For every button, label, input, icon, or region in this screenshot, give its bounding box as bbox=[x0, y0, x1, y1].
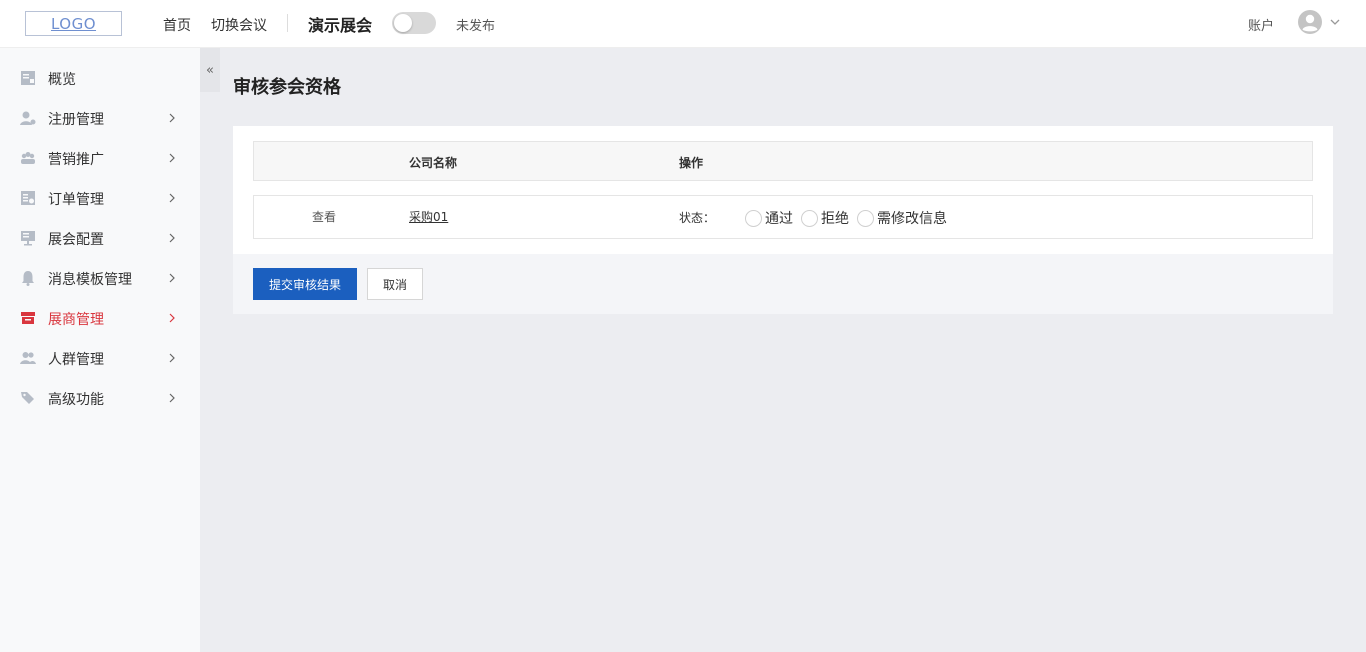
sidebar-item-label: 概览 bbox=[48, 72, 76, 88]
submit-review-button[interactable]: 提交审核结果 bbox=[253, 268, 357, 300]
sidebar-item-advanced[interactable]: 高级功能 bbox=[0, 378, 200, 418]
sidebar-item-label: 展商管理 bbox=[48, 312, 104, 328]
radio-needs-revision[interactable]: 需修改信息 bbox=[857, 208, 947, 228]
radio-approve[interactable]: 通过 bbox=[745, 208, 793, 228]
chevron-right-icon bbox=[169, 313, 175, 323]
radio-circle[interactable] bbox=[745, 209, 762, 227]
radio-circle[interactable] bbox=[857, 209, 874, 227]
nav-divider bbox=[287, 14, 288, 32]
company-name-link[interactable]: 采购01 bbox=[409, 208, 448, 225]
publish-toggle[interactable] bbox=[392, 12, 436, 34]
sidebar-item-exhibitor[interactable]: 展商管理 bbox=[0, 298, 200, 338]
sidebar-item-label: 消息模板管理 bbox=[48, 272, 132, 288]
table-row: 查看 采购01 状态： 通过 拒绝 需修改信息 bbox=[253, 195, 1313, 239]
sidebar-item-label: 订单管理 bbox=[48, 192, 104, 208]
chevron-down-icon[interactable] bbox=[1329, 16, 1341, 28]
column-header-company: 公司名称 bbox=[409, 156, 458, 170]
sidebar: 概览 注册管理 营销推广 订单管理 展会配置 消息模板管理 展商管理 人群管理 … bbox=[0, 48, 200, 652]
chevron-right-icon bbox=[169, 353, 175, 363]
cancel-button[interactable]: 取消 bbox=[367, 268, 423, 300]
order-icon bbox=[21, 191, 35, 205]
radio-circle[interactable] bbox=[801, 209, 818, 227]
publish-status: 未发布 bbox=[456, 19, 496, 34]
sidebar-item-register[interactable]: 注册管理 bbox=[0, 98, 200, 138]
sidebar-item-message-template[interactable]: 消息模板管理 bbox=[0, 258, 200, 298]
sidebar-item-orders[interactable]: 订单管理 bbox=[0, 178, 200, 218]
sidebar-item-label: 人群管理 bbox=[48, 352, 104, 368]
sidebar-item-overview[interactable]: 概览 bbox=[0, 58, 200, 98]
status-label: 状态： bbox=[679, 211, 716, 225]
bell-icon bbox=[22, 271, 34, 286]
chevron-right-icon bbox=[169, 153, 175, 163]
logo[interactable]: LOGO bbox=[25, 11, 122, 36]
page-title: 审核参会资格 bbox=[233, 77, 341, 98]
radio-reject[interactable]: 拒绝 bbox=[801, 208, 849, 228]
action-bar: 提交审核结果 取消 bbox=[233, 254, 1333, 314]
sidebar-item-marketing[interactable]: 营销推广 bbox=[0, 138, 200, 178]
sidebar-item-event-config[interactable]: 展会配置 bbox=[0, 218, 200, 258]
radio-label: 拒绝 bbox=[821, 211, 849, 227]
sidebar-item-label: 展会配置 bbox=[48, 232, 104, 248]
user-register-icon bbox=[20, 111, 36, 125]
account-link[interactable]: 账户 bbox=[1248, 15, 1274, 34]
column-header-action: 操作 bbox=[679, 156, 704, 170]
monitor-icon bbox=[21, 231, 35, 246]
radio-label: 需修改信息 bbox=[877, 211, 947, 227]
nav-switch-meeting-link[interactable]: 切换会议 bbox=[211, 15, 267, 35]
top-header: LOGO 首页 切换会议 演示展会 未发布 账户 bbox=[0, 0, 1366, 48]
toggle-knob bbox=[394, 14, 412, 32]
nav-home-link[interactable]: 首页 bbox=[163, 15, 191, 35]
store-icon bbox=[21, 312, 35, 324]
chevron-right-icon bbox=[169, 393, 175, 403]
table-header: 公司名称 操作 bbox=[253, 141, 1313, 181]
review-card: 公司名称 操作 查看 采购01 状态： 通过 拒绝 需修改信息 bbox=[233, 126, 1333, 254]
chevron-right-icon bbox=[169, 193, 175, 203]
sidebar-item-crowd[interactable]: 人群管理 bbox=[0, 338, 200, 378]
sidebar-collapse-button[interactable]: « bbox=[200, 48, 220, 92]
radio-label: 通过 bbox=[765, 211, 793, 227]
chevron-right-icon bbox=[169, 273, 175, 283]
avatar-icon[interactable] bbox=[1298, 10, 1322, 34]
chevron-right-icon bbox=[169, 113, 175, 123]
event-name: 演示展会 bbox=[308, 16, 373, 35]
people-icon bbox=[20, 352, 36, 364]
view-link[interactable]: 查看 bbox=[312, 208, 336, 225]
sidebar-item-label: 注册管理 bbox=[48, 112, 104, 128]
group-icon bbox=[21, 152, 35, 164]
tag-icon bbox=[21, 392, 34, 404]
sidebar-item-label: 营销推广 bbox=[48, 152, 104, 168]
overview-icon bbox=[21, 71, 35, 85]
sidebar-item-label: 高级功能 bbox=[48, 392, 104, 408]
chevron-right-icon bbox=[169, 233, 175, 243]
